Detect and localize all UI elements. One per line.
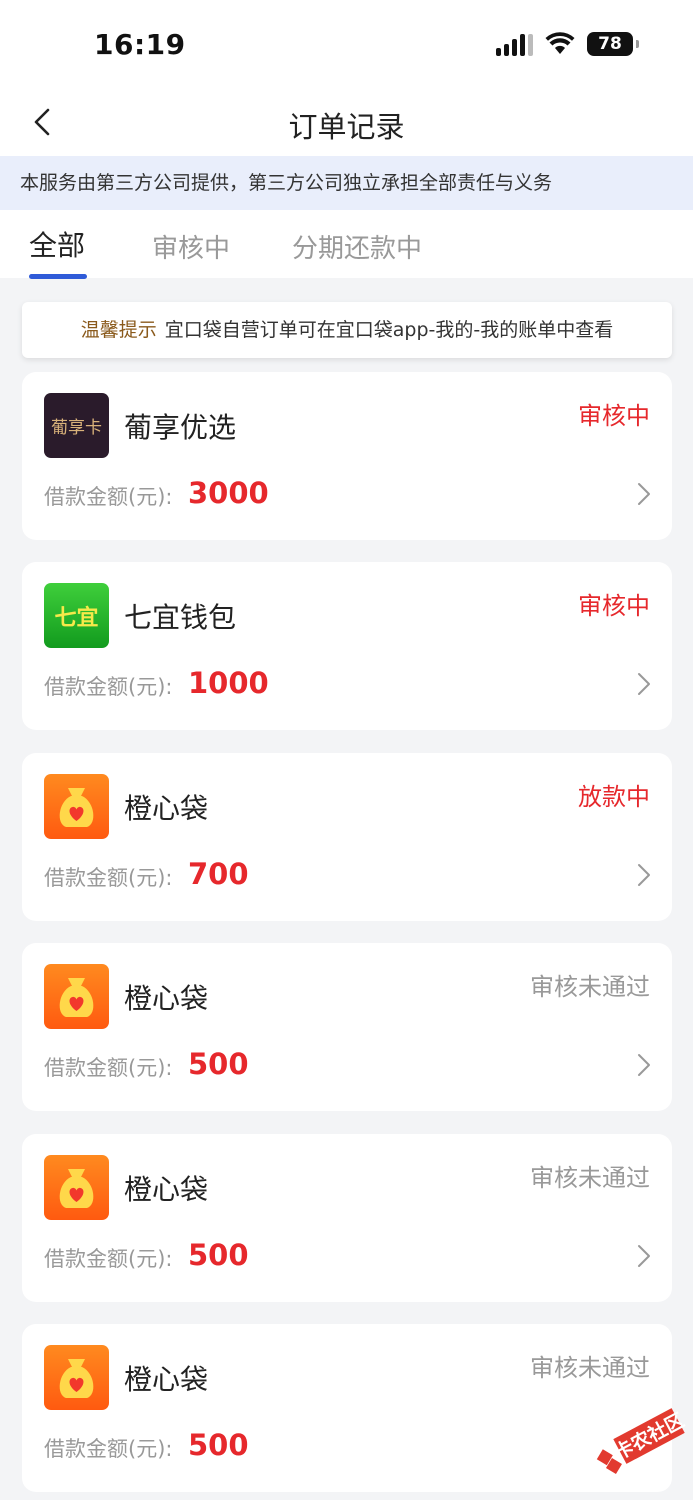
lender-name: 橙心袋 <box>124 982 209 1015</box>
order-status: 审核中 <box>578 592 650 620</box>
logo-text: 七宜 <box>54 605 99 631</box>
lender-name: 橙心袋 <box>124 792 209 825</box>
tab-under-review[interactable]: 审核中 <box>152 228 230 265</box>
nav-bar: 订单记录 <box>0 92 693 156</box>
loan-amount: 500 <box>188 1047 249 1081</box>
puxiang-logo: 葡享卡 <box>44 393 109 458</box>
chevron-right-icon <box>638 483 650 505</box>
amount-label: 借款金额(元): <box>44 866 173 890</box>
loan-amount: 1000 <box>188 666 269 700</box>
money-bag-heart-icon <box>44 1155 109 1220</box>
loan-amount: 700 <box>188 857 249 891</box>
status-bar: 16:19 78 <box>0 0 693 92</box>
amount-label: 借款金额(元): <box>44 1056 173 1080</box>
tab-all[interactable]: 全部 <box>29 224 85 264</box>
order-status: 审核未通过 <box>530 1164 650 1192</box>
order-card[interactable]: 橙心袋 审核未通过 借款金额(元): 500 <box>22 1134 672 1302</box>
tip-label: 温馨提示 <box>80 319 157 341</box>
status-icons: 78 <box>496 32 639 56</box>
amount-label: 借款金额(元): <box>44 485 173 509</box>
chevron-right-icon <box>638 673 650 695</box>
order-records-screen: 16:19 78 订单记录 本服务由第三方公司提供，第三方公司独立承担全部责任与… <box>0 0 693 1500</box>
lender-name: 橙心袋 <box>124 1173 209 1206</box>
lender-name: 葡享优选 <box>124 411 237 444</box>
order-card[interactable]: 橙心袋 审核未通过 借款金额(元): 500 <box>22 943 672 1111</box>
disclaimer-banner: 本服务由第三方公司提供，第三方公司独立承担全部责任与义务 <box>0 156 693 210</box>
page-title: 订单记录 <box>288 110 405 144</box>
money-bag-heart-icon <box>44 774 109 839</box>
loan-amount: 500 <box>188 1238 249 1272</box>
qiyi-wallet-logo: 七宜 <box>44 583 109 648</box>
chevron-right-icon <box>638 864 650 886</box>
money-bag-heart-icon <box>44 1345 109 1410</box>
header-area: 16:19 78 订单记录 本服务由第三方公司提供，第三方公司独立承担全部责任与… <box>0 0 693 278</box>
tip-text: 宜口袋自营订单可在宜口袋app-我的-我的账单中查看 <box>164 319 614 341</box>
chevron-right-icon <box>638 1245 650 1267</box>
chevron-right-icon <box>638 1054 650 1076</box>
tab-installment-repaying[interactable]: 分期还款中 <box>292 228 422 265</box>
money-bag-heart-icon <box>44 964 109 1029</box>
loan-amount: 3000 <box>188 476 269 510</box>
tab-bar: 全部 审核中 分期还款中 <box>0 210 693 278</box>
order-card[interactable]: 橙心袋 审核未通过 借款金额(元): 500 <box>22 1324 672 1492</box>
lender-name: 橙心袋 <box>124 1363 209 1396</box>
order-status: 审核未通过 <box>530 1354 650 1382</box>
loan-amount: 500 <box>188 1428 249 1462</box>
amount-label: 借款金额(元): <box>44 1247 173 1271</box>
logo-text: 葡享卡 <box>51 418 102 438</box>
order-card[interactable]: 七宜 七宜钱包 审核中 借款金额(元): 1000 <box>22 562 672 730</box>
lender-name: 七宜钱包 <box>124 601 237 634</box>
order-card[interactable]: 橙心袋 放款中 借款金额(元): 700 <box>22 753 672 921</box>
cellular-signal-icon <box>496 32 533 56</box>
amount-label: 借款金额(元): <box>44 675 173 699</box>
warm-tip-banner: 温馨提示 宜口袋自营订单可在宜口袋app-我的-我的账单中查看 <box>22 302 672 358</box>
order-status: 放款中 <box>578 783 650 811</box>
order-status: 审核中 <box>578 402 650 430</box>
order-card[interactable]: 葡享卡 葡享优选 审核中 借款金额(元): 3000 <box>22 372 672 540</box>
order-status: 审核未通过 <box>530 973 650 1001</box>
active-tab-indicator <box>29 274 87 279</box>
status-time: 16:19 <box>94 28 186 61</box>
battery-icon: 78 <box>587 32 639 56</box>
wifi-icon <box>545 32 575 54</box>
amount-label: 借款金额(元): <box>44 1437 173 1461</box>
